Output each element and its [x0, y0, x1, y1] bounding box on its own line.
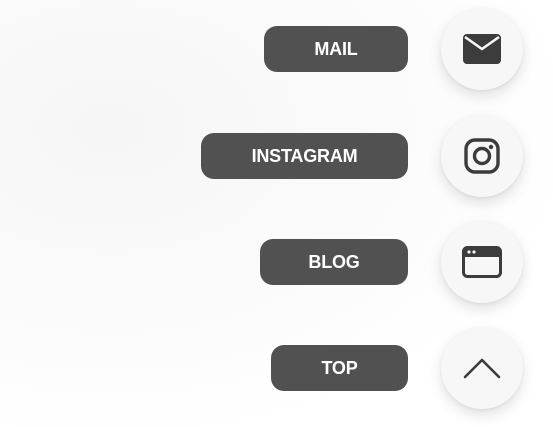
- blog-button[interactable]: [441, 221, 523, 303]
- chevron-up-icon: [463, 357, 501, 379]
- mail-button[interactable]: [441, 8, 523, 90]
- back-to-top-button[interactable]: [441, 327, 523, 409]
- fab-row-instagram: INSTAGRAM: [201, 115, 523, 197]
- instagram-label-button[interactable]: INSTAGRAM: [201, 133, 408, 179]
- browser-window-icon: [462, 246, 502, 278]
- instagram-button[interactable]: [441, 115, 523, 197]
- blog-label-button[interactable]: BLOG: [260, 239, 408, 285]
- mail-icon: [463, 34, 501, 64]
- fab-row-blog: BLOG: [260, 221, 523, 303]
- mail-label-button[interactable]: MAIL: [264, 26, 408, 72]
- top-label-button[interactable]: TOP: [271, 345, 408, 391]
- fab-row-mail: MAIL: [264, 8, 523, 90]
- instagram-icon: [464, 138, 500, 174]
- fab-row-top: TOP: [271, 327, 523, 409]
